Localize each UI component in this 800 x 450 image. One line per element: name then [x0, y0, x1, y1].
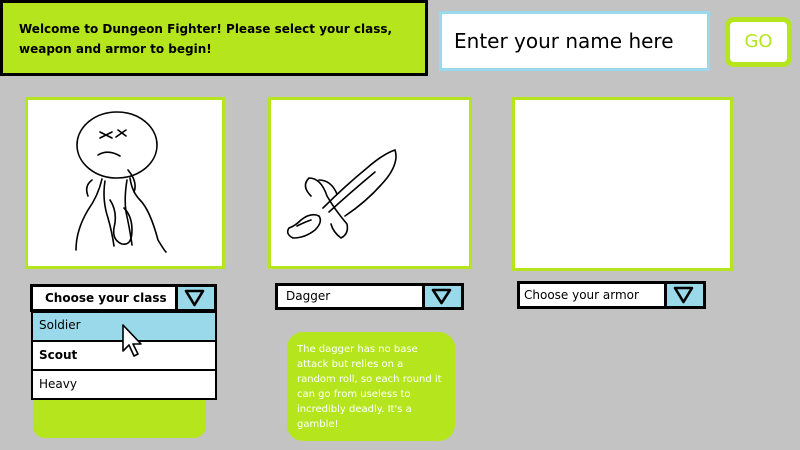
- weapon-description-text: The dagger has no base attack but relies…: [297, 344, 442, 430]
- triangle-down-icon[interactable]: [664, 284, 703, 306]
- class-dropdown[interactable]: Choose your class: [30, 284, 217, 312]
- armor-preview-panel: [512, 97, 733, 271]
- class-preview-panel: [25, 97, 225, 269]
- class-dropdown-value: Choose your class: [45, 291, 167, 305]
- name-input[interactable]: [439, 11, 710, 71]
- class-option-label: Soldier: [39, 318, 81, 332]
- go-button-label: GO: [744, 31, 773, 52]
- weapon-description: The dagger has no base attack but relies…: [287, 332, 455, 441]
- class-option-label: Heavy: [39, 377, 77, 391]
- armor-dropdown[interactable]: Choose your armor: [517, 281, 706, 309]
- triangle-down-icon[interactable]: [422, 286, 461, 307]
- armor-dropdown-value: Choose your armor: [524, 288, 639, 302]
- weapon-dropdown-value: Dagger: [286, 289, 331, 303]
- weapon-dropdown[interactable]: Dagger: [275, 283, 464, 310]
- go-button[interactable]: GO: [725, 17, 792, 67]
- triangle-down-icon[interactable]: [175, 287, 214, 309]
- mouse-cursor-icon: [122, 324, 142, 357]
- class-option-label: Scout: [39, 348, 78, 362]
- welcome-text: Welcome to Dungeon Fighter! Please selec…: [19, 22, 393, 56]
- welcome-banner: Welcome to Dungeon Fighter! Please selec…: [0, 0, 428, 76]
- character-sketch: [75, 111, 167, 253]
- dagger-sketch: [286, 148, 397, 239]
- class-option-heavy[interactable]: Heavy: [31, 369, 217, 400]
- weapon-preview-panel: [268, 97, 472, 269]
